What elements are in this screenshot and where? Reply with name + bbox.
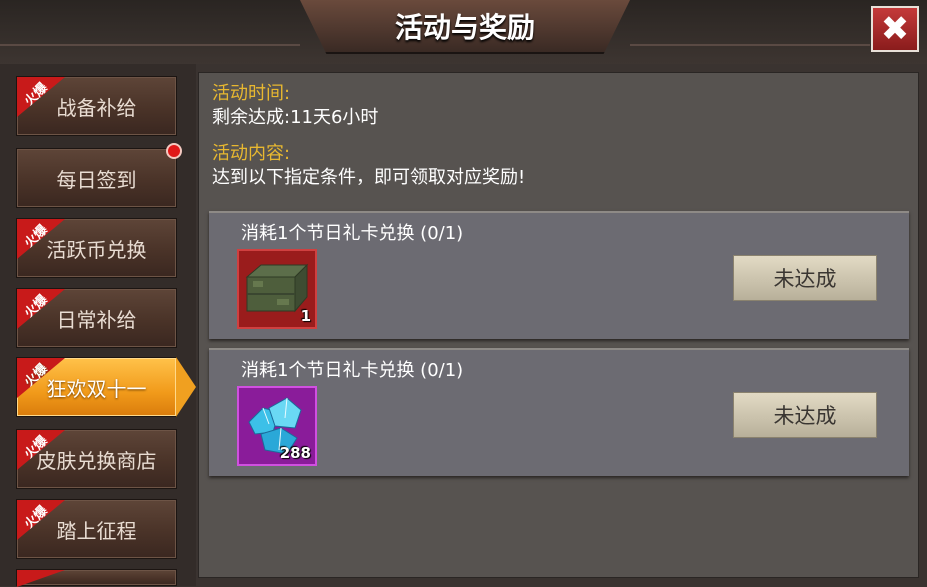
notification-dot (166, 143, 182, 159)
sidebar-item-battle-supply[interactable]: 火爆 战备补给 (16, 76, 177, 136)
sidebar-item-label: 日常补给 (56, 307, 137, 332)
page-title: 活动与奖励 (394, 11, 535, 44)
task-row: 消耗1个节日礼卡兑换 (0/1) 1 未达成 (209, 211, 909, 339)
activity-content-label: 活动内容: (212, 143, 291, 164)
close-button[interactable]: ✖ (871, 6, 919, 52)
hot-badge (17, 570, 65, 587)
task-title: 消耗1个节日礼卡兑换 (0/1) (241, 223, 464, 244)
sidebar-item-skin-shop[interactable]: 火爆 皮肤兑换商店 (16, 429, 177, 489)
activity-sidebar: 火爆 战备补给 每日签到 火爆 活跃币兑换 火爆 日常补给 火爆 狂欢双十一 火… (0, 64, 196, 587)
task-title: 消耗1个节日礼卡兑换 (0/1) (241, 360, 464, 381)
reward-count: 1 (300, 307, 311, 325)
reward-count: 288 (279, 444, 311, 462)
active-item-arrow (176, 357, 196, 417)
sidebar-item-label: 活跃币兑换 (46, 237, 147, 262)
reward-item-slot[interactable]: 1 (237, 249, 317, 329)
close-icon: ✖ (880, 9, 910, 49)
sidebar-item-label: 每日签到 (56, 167, 137, 192)
header-divider-right (630, 44, 870, 46)
activity-time-label: 活动时间: (212, 83, 291, 104)
sidebar-item-double-eleven[interactable]: 火爆 狂欢双十一 (16, 357, 177, 417)
header-bar: 活动与奖励 ✖ (0, 0, 927, 64)
claim-status-button[interactable]: 未达成 (733, 392, 877, 438)
sidebar-item-active-coin-exchange[interactable]: 火爆 活跃币兑换 (16, 218, 177, 278)
sidebar-item-journey[interactable]: 火爆 踏上征程 (16, 499, 177, 559)
sidebar-item-partial[interactable] (16, 569, 177, 587)
sidebar-item-label: 踏上征程 (56, 518, 137, 543)
sidebar-item-label: 战备补给 (56, 95, 137, 120)
task-row: 消耗1个节日礼卡兑换 (0/1) 288 未达成 (209, 348, 909, 476)
activity-detail-panel: 活动时间: 剩余达成:11天6小时 活动内容: 达到以下指定条件，即可领取对应奖… (198, 72, 919, 578)
sidebar-item-label: 皮肤兑换商店 (36, 448, 157, 473)
header-divider-left (0, 44, 300, 46)
activity-time-value: 剩余达成:11天6小时 (212, 107, 379, 128)
activity-content-value: 达到以下指定条件，即可领取对应奖励! (212, 167, 526, 188)
reward-item-slot[interactable]: 288 (237, 386, 317, 466)
sidebar-item-label: 狂欢双十一 (46, 376, 147, 401)
sidebar-item-daily-checkin[interactable]: 每日签到 (16, 143, 182, 208)
sidebar-item-daily-supply[interactable]: 火爆 日常补给 (16, 288, 177, 348)
claim-status-button[interactable]: 未达成 (733, 255, 877, 301)
